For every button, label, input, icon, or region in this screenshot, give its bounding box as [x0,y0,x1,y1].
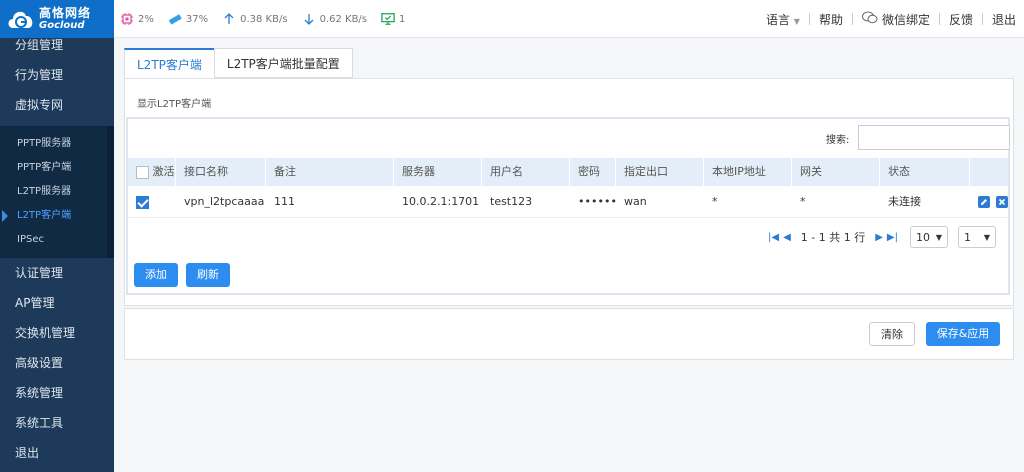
cloud-logo-icon [6,6,36,32]
page-info: 1 - 1 共 1 行 [800,231,866,244]
download-speed: 0.62 KB/s [319,13,368,25]
brand-name-cn: 高恪网络 [39,6,92,20]
add-button[interactable]: 添加 [134,263,178,287]
tab-l2tp-client[interactable]: L2TP客户端 [124,48,215,78]
search-label: 搜索: [826,135,850,146]
cell-outbound: wan [624,195,647,208]
memory-usage: 37% [185,13,209,25]
vpn-submenu: PPTP服务器 PPTP客户端 L2TP服务器 L2TP客户端 IPSec [0,126,114,258]
main-content: L2TP客户端 L2TP客户端批量配置 显示L2TP客户端 搜索: 激活 接口名… [114,38,1024,472]
delete-icon[interactable] [995,196,1008,208]
wechat-bind-link[interactable]: 微信绑定 [861,11,930,28]
online-count: 1 [399,13,406,25]
header-interface-name: 接口名称 [176,158,266,186]
language-dropdown[interactable]: 语言 ▼ [766,11,800,28]
header-server: 服务器 [394,158,482,186]
select-all-checkbox[interactable] [136,165,149,179]
page-size-select[interactable]: 10 ▼ [909,226,948,248]
next-page-icon[interactable]: ▶ [875,232,883,243]
header-local-ip: 本地IP地址 [704,158,792,186]
cell-status: 未连接 [888,195,921,208]
save-apply-button[interactable]: 保存&应用 [926,322,1000,346]
logout-link[interactable]: 退出 [992,11,1016,28]
sidebar-item-ap[interactable]: AP管理 [0,288,114,318]
sidebar-item-l2tp-server[interactable]: L2TP服务器 [0,180,114,204]
header-active: 激活 [128,158,176,186]
header-remark: 备注 [266,158,394,186]
sidebar-item-tools[interactable]: 系统工具 [0,408,114,438]
help-link[interactable]: 帮助 [819,11,843,28]
online-monitor-icon [381,12,395,26]
page-number-select[interactable]: 1 ▼ [957,226,996,248]
sidebar: 分组管理 行为管理 虚拟专网 PPTP服务器 PPTP客户端 L2TP服务器 L… [0,38,114,472]
sidebar-item-ipsec[interactable]: IPSec [0,228,114,252]
header-password: 密码 [570,158,616,186]
refresh-button[interactable]: 刷新 [186,263,230,287]
download-arrow-icon [302,12,316,26]
sidebar-item-group[interactable]: 分组管理 [0,38,114,52]
table-header: 激活 接口名称 备注 服务器 用户名 密码 指定出口 本地IP地址 网关 状态 [128,158,1008,186]
feedback-link[interactable]: 反馈 [949,11,973,28]
sidebar-item-advanced[interactable]: 高级设置 [0,348,114,378]
tab-l2tp-batch-config[interactable]: L2TP客户端批量配置 [213,48,353,78]
prev-page-icon[interactable]: ◀ [783,232,791,243]
cpu-usage: 2% [138,13,154,25]
sidebar-item-pptp-server[interactable]: PPTP服务器 [0,132,114,156]
brand-logo[interactable]: 高恪网络 Gocloud [0,0,114,38]
chevron-down-icon: ▼ [935,232,942,242]
sidebar-item-pptp-client[interactable]: PPTP客户端 [0,156,114,180]
upload-arrow-icon [222,12,236,26]
last-page-icon[interactable]: ▶| [887,232,898,243]
l2tp-client-panel: 显示L2TP客户端 搜索: 激活 接口名称 备注 服务器 用户名 密码 指定出口… [124,78,1014,306]
cell-server: 10.0.2.1:1701 [402,195,480,208]
tab-bar: L2TP客户端 L2TP客户端批量配置 [124,48,353,78]
brand-name-en: Gocloud [39,20,85,31]
upload-speed: 0.38 KB/s [240,13,288,25]
sidebar-item-behavior[interactable]: 行为管理 [0,60,114,90]
sidebar-item-switch[interactable]: 交换机管理 [0,318,114,348]
cell-remark: 111 [274,195,295,208]
header-status: 状态 [880,158,970,186]
status-bar: 2% 37% 0.38 KB/s 0.62 KB/s 1 [120,0,415,38]
action-bar: 清除 保存&应用 [124,308,1014,360]
cpu-icon [120,12,134,26]
header-username: 用户名 [482,158,570,186]
edit-icon[interactable] [978,196,990,208]
wechat-icon [861,11,878,27]
sidebar-item-exit[interactable]: 退出 [0,438,114,468]
panel-title: 显示L2TP客户端 [137,99,212,110]
clear-button[interactable]: 清除 [869,322,915,346]
top-bar: 高恪网络 Gocloud 2% 37% 0.38 KB/s 0.62 KB/s … [0,0,1024,38]
row-active-checkbox[interactable] [136,195,149,209]
first-page-icon[interactable]: |◀ [768,232,779,243]
sidebar-item-l2tp-client[interactable]: L2TP客户端 [0,204,114,228]
table-row: vpn_l2tpcaaaa 111 10.0.2.1:1701 test123 … [128,186,1008,218]
chevron-down-icon: ▼ [793,16,800,26]
chevron-down-icon: ▼ [983,232,990,242]
header-actions [970,158,1008,186]
header-gateway: 网关 [792,158,880,186]
header-outbound: 指定出口 [616,158,704,186]
sidebar-item-auth[interactable]: 认证管理 [0,258,114,288]
sidebar-item-vpn[interactable]: 虚拟专网 [0,90,114,120]
sidebar-item-system[interactable]: 系统管理 [0,378,114,408]
header-links: 语言 ▼ 帮助 微信绑定 反馈 退出 [766,0,1016,38]
pagination: |◀ ◀ 1 - 1 共 1 行 ▶ ▶| 10 ▼ 1 ▼ [768,226,996,248]
cell-gateway: * [800,195,806,208]
cell-password: •••••• [578,195,617,208]
memory-icon [168,12,182,26]
table-container: 搜索: 激活 接口名称 备注 服务器 用户名 密码 指定出口 本地IP地址 网关… [126,117,1010,295]
cell-username: test123 [490,195,533,208]
cell-interface-name: vpn_l2tpcaaaa [184,195,265,208]
search-input[interactable] [858,125,1010,150]
cell-local-ip: * [712,195,718,208]
